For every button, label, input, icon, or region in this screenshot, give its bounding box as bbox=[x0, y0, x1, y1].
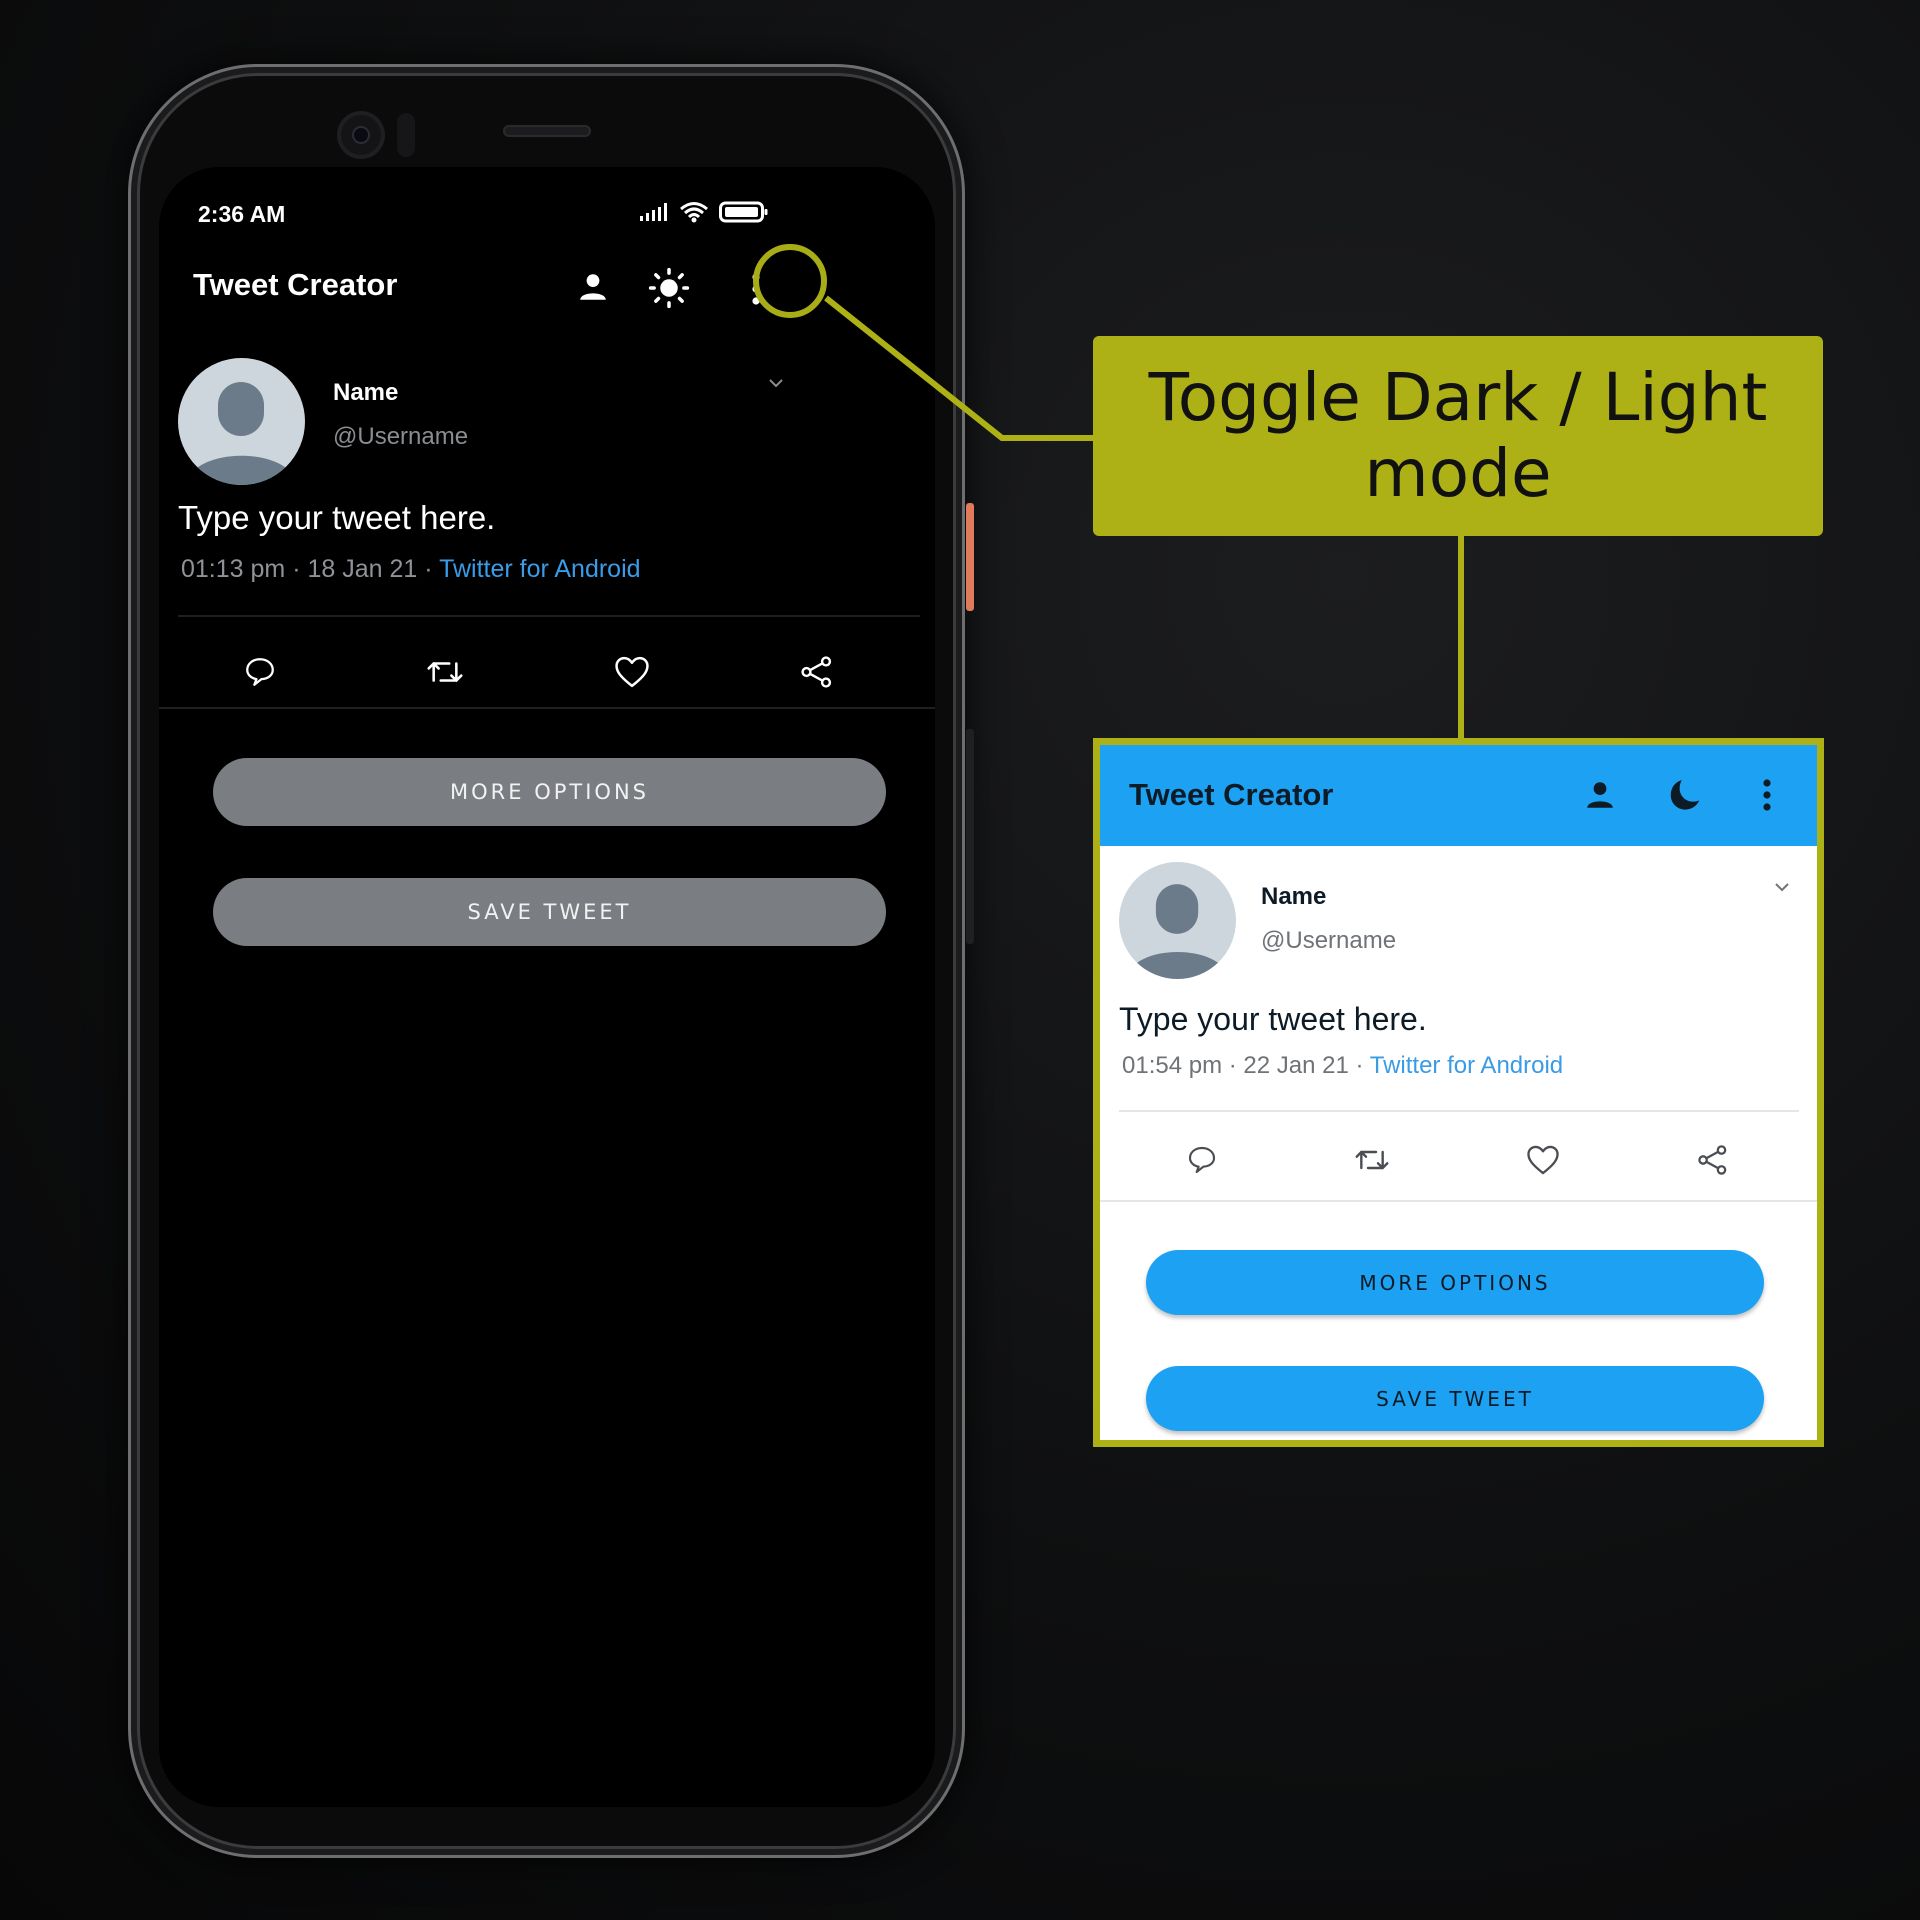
comment-icon bbox=[1188, 1146, 1216, 1174]
more-vertical-icon bbox=[1763, 779, 1771, 811]
theme-toggle-button[interactable] bbox=[1660, 773, 1710, 817]
light-mode-preview: Tweet Creator Name @Username Type your t… bbox=[1093, 738, 1824, 1447]
tweet-source[interactable]: Twitter for Android bbox=[1370, 1052, 1563, 1079]
avatar[interactable] bbox=[1119, 862, 1236, 979]
tweet-text-input[interactable]: Type your tweet here. bbox=[1119, 1001, 1427, 1038]
person-icon bbox=[1587, 782, 1613, 808]
default-avatar-icon bbox=[1126, 884, 1229, 979]
meta-separator: · bbox=[1348, 1052, 1370, 1079]
overflow-menu-button[interactable] bbox=[1750, 773, 1784, 817]
app-title: Tweet Creator bbox=[1129, 777, 1334, 812]
save-tweet-button[interactable]: SAVE TWEET bbox=[1146, 1366, 1764, 1431]
meta-separator: · bbox=[1222, 1052, 1244, 1079]
reply-button[interactable] bbox=[1177, 1136, 1227, 1184]
callout-text: Toggle Dark / Light mode bbox=[1148, 359, 1768, 512]
tweet-meta: 01:54 pm · 22 Jan 21 · Twitter for Andro… bbox=[1122, 1052, 1563, 1080]
display-name[interactable]: Name bbox=[1261, 883, 1326, 911]
like-button[interactable] bbox=[1518, 1136, 1568, 1184]
heart-icon bbox=[1527, 1145, 1559, 1175]
divider bbox=[1119, 1110, 1799, 1112]
retweet-icon bbox=[1355, 1150, 1389, 1170]
divider bbox=[1100, 1200, 1817, 1202]
tweet-time[interactable]: 01:54 pm bbox=[1122, 1052, 1222, 1079]
retweet-button[interactable] bbox=[1347, 1136, 1397, 1184]
share-button[interactable] bbox=[1688, 1136, 1738, 1184]
chevron-down-icon[interactable] bbox=[1773, 881, 1791, 893]
username[interactable]: @Username bbox=[1261, 927, 1396, 955]
moon-icon bbox=[1670, 779, 1700, 810]
more-options-button[interactable]: MORE OPTIONS bbox=[1146, 1250, 1764, 1315]
share-icon bbox=[1698, 1145, 1727, 1175]
profile-button[interactable] bbox=[1575, 773, 1625, 817]
callout-label: Toggle Dark / Light mode bbox=[1093, 336, 1823, 536]
tweet-date[interactable]: 22 Jan 21 bbox=[1243, 1052, 1348, 1079]
